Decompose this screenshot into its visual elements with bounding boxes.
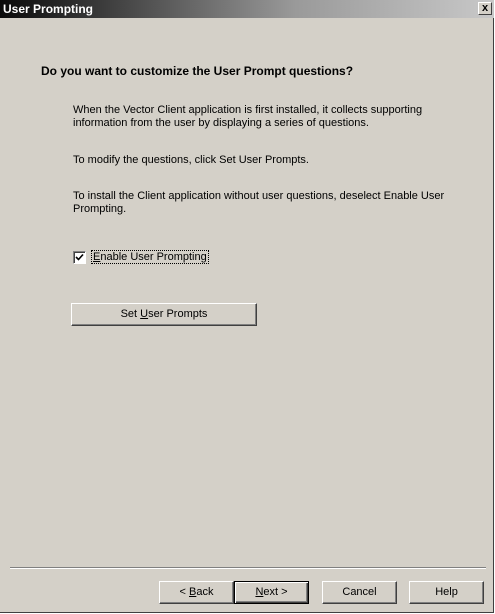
back-button[interactable]: < Back xyxy=(159,581,234,604)
description-paragraph: When the Vector Client application is fi… xyxy=(73,104,423,129)
footer-separator xyxy=(10,567,486,569)
title-bar: User Prompting x xyxy=(0,0,494,18)
enable-user-prompting-checkbox[interactable]: Enable User Prompting xyxy=(73,250,209,264)
close-icon[interactable]: x xyxy=(478,2,492,15)
window-title: User Prompting xyxy=(3,2,94,16)
help-button[interactable]: Help xyxy=(409,581,484,604)
checkbox-box[interactable] xyxy=(73,250,86,264)
modify-instructions: To modify the questions, click Set User … xyxy=(73,154,309,166)
check-icon xyxy=(75,253,84,261)
dialog-window: User Prompting x Do you want to customiz… xyxy=(0,0,494,613)
cancel-button[interactable]: Cancel xyxy=(322,581,397,604)
deselect-instructions: To install the Client application withou… xyxy=(73,190,445,215)
set-user-prompts-button[interactable]: Set User Prompts xyxy=(71,303,257,326)
page-heading: Do you want to customize the User Prompt… xyxy=(41,64,354,78)
checkbox-label[interactable]: Enable User Prompting xyxy=(91,250,209,264)
next-button[interactable]: Next > xyxy=(234,581,309,604)
